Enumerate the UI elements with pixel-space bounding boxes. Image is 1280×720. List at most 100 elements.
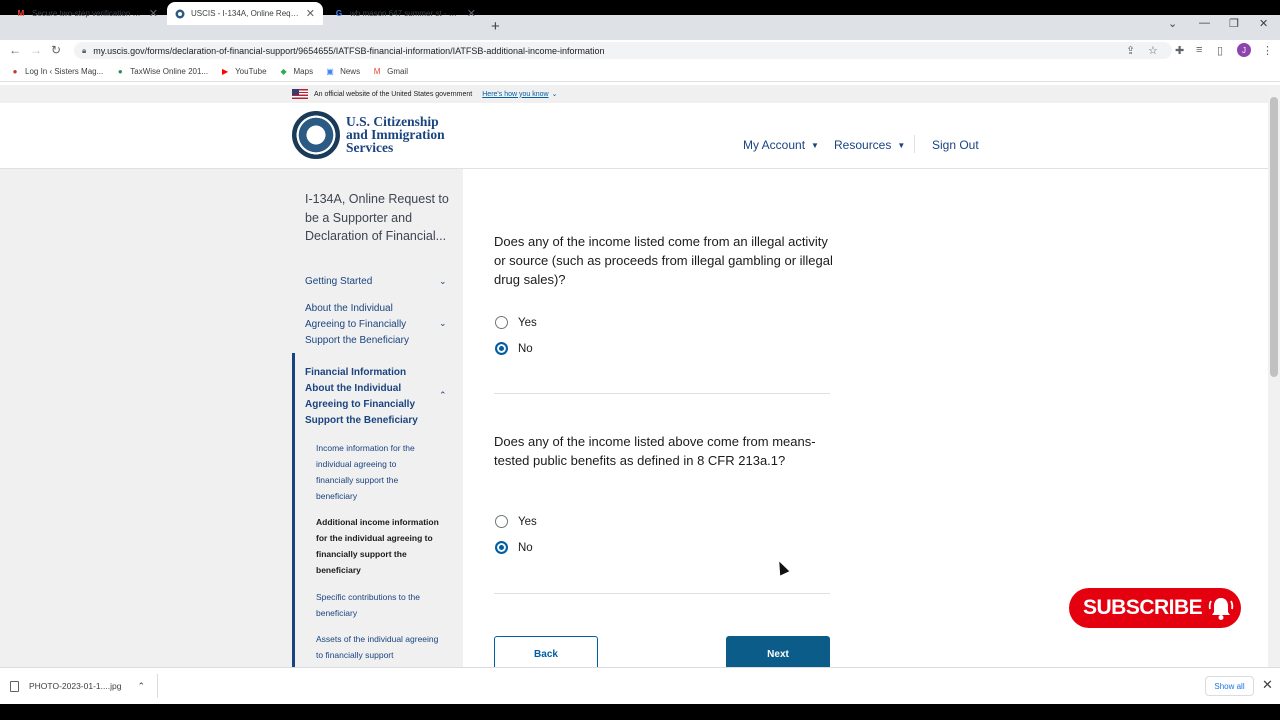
close-icon[interactable]: ✕ xyxy=(306,7,315,20)
nav-sign-out[interactable]: Sign Out xyxy=(932,138,979,152)
screen: M Secure two-step verification noti ✕ US… xyxy=(0,0,1280,720)
bookmark-label: TaxWise Online 201... xyxy=(130,67,209,76)
nav-label: My Account xyxy=(743,138,806,152)
sidebar-item-getting-started[interactable]: Getting Started xyxy=(305,274,445,290)
bookmark-label: News xyxy=(340,67,361,76)
share-icon[interactable]: ⇪ xyxy=(1126,44,1135,57)
radio-q1-no[interactable]: No xyxy=(495,342,533,355)
site-header: U.S. Citizenship and Immigration Service… xyxy=(0,103,1268,169)
file-icon xyxy=(10,680,19,692)
next-button[interactable]: Next xyxy=(726,636,830,667)
subscribe-label: SUBSCRIBE xyxy=(1083,596,1203,619)
close-icon[interactable]: ✕ xyxy=(467,7,476,20)
bookmark-star-icon[interactable]: ☆ xyxy=(1148,44,1158,57)
gmail-icon: M xyxy=(373,67,381,76)
sidebar-subitem-income-information[interactable]: Income information for the individual ag… xyxy=(316,440,436,504)
show-all-button[interactable]: Show all xyxy=(1205,676,1254,696)
back-button[interactable]: Back xyxy=(494,636,598,667)
tab-gmail[interactable]: M Secure two-step verification noti ✕ xyxy=(8,2,166,25)
us-flag-icon xyxy=(292,89,308,99)
youtube-icon: ▶ xyxy=(222,67,229,76)
chevron-down-icon[interactable]: ⌄ xyxy=(439,318,447,329)
radio-circle xyxy=(495,316,508,329)
profile-avatar[interactable]: J xyxy=(1237,43,1251,57)
bookmark-item[interactable]: ● TaxWise Online 201... xyxy=(115,67,208,77)
caret-down-icon: ▼ xyxy=(897,140,906,150)
sidebar-item-financial-information[interactable]: Financial Information About the Individu… xyxy=(305,365,430,429)
lock-icon: 🔒︎ xyxy=(82,45,87,55)
active-section-indicator xyxy=(292,353,295,667)
heres-how-you-know-link[interactable]: Here's how you know xyxy=(482,91,548,98)
reload-icon[interactable]: ↻ xyxy=(51,43,61,57)
menu-dots-icon[interactable]: ⋮ xyxy=(1262,44,1273,57)
address-bar[interactable]: 🔒︎ my.uscis.gov/forms/declaration-of-fin… xyxy=(74,42,1172,59)
radio-circle xyxy=(495,342,508,355)
download-item[interactable]: PHOTO-2023-01-1....jpg ⌃ xyxy=(10,676,145,696)
sidebar-item-about-individual[interactable]: About the Individual Agreeing to Financi… xyxy=(305,301,423,349)
tab-title: wb mason 647 summer st - Goo xyxy=(350,9,461,18)
close-icon[interactable]: ✕ xyxy=(149,7,158,20)
radio-q1-yes[interactable]: Yes xyxy=(495,316,537,329)
gmail-icon: M xyxy=(17,9,25,18)
gov-banner-text: An official website of the United States… xyxy=(314,90,473,98)
extensions-icon[interactable]: ✚ xyxy=(1175,44,1184,57)
bookmarks-bar: ● Log In ‹ Sisters Mag... ● TaxWise Online… xyxy=(0,62,1280,82)
bookmark-label: Gmail xyxy=(387,67,408,76)
web-page: An official website of the United States… xyxy=(0,85,1268,667)
wordpress-icon: ● xyxy=(12,67,18,76)
radio-q2-no[interactable]: No xyxy=(495,541,533,554)
chevron-up-icon[interactable]: ⌃ xyxy=(439,390,447,401)
tab-search-chevron-icon[interactable]: ⌄ xyxy=(1168,17,1177,30)
radio-q2-yes[interactable]: Yes xyxy=(495,515,537,528)
question-illegal-income: Does any of the income listed come from … xyxy=(494,234,833,287)
tab-title: USCIS - I-134A, Online Request t xyxy=(191,9,300,18)
url-text: my.uscis.gov/forms/declaration-of-financ… xyxy=(93,45,605,56)
brand-line: Services xyxy=(346,140,394,155)
chevron-down-icon[interactable]: ⌄ xyxy=(439,276,447,287)
reading-list-icon[interactable]: ≡ xyxy=(1196,44,1202,56)
form-title: I-134A, Online Request to be a Supporter… xyxy=(305,192,449,243)
tab-google[interactable]: G wb mason 647 summer st - Goo ✕ xyxy=(326,2,484,25)
bookmark-label: Maps xyxy=(293,67,314,76)
tab-uscis[interactable]: USCIS - I-134A, Online Request t ✕ xyxy=(167,2,323,25)
back-arrow-icon[interactable]: ← xyxy=(9,43,21,57)
download-shelf: PHOTO-2023-01-1....jpg ⌃ Show all ✕ xyxy=(0,667,1280,704)
bookmark-item[interactable]: ● Log In ‹ Sisters Mag... xyxy=(10,67,104,77)
maps-icon: ◆ xyxy=(280,67,287,76)
bookmark-item[interactable]: ◆ Maps xyxy=(279,67,314,77)
bookmark-item[interactable]: ▣ News xyxy=(325,67,360,77)
download-filename: PHOTO-2023-01-1....jpg xyxy=(29,681,122,691)
maximize-icon[interactable]: ❐ xyxy=(1229,17,1239,30)
caret-down-icon: ▼ xyxy=(811,140,819,150)
forward-arrow-icon[interactable]: → xyxy=(30,43,42,57)
sidebar-subitem-specific-contributions[interactable]: Specific contributions to the beneficiar… xyxy=(316,589,436,621)
uscis-logo-text[interactable]: U.S. Citizenship and Immigration Service… xyxy=(346,115,445,155)
tab-title: Secure two-step verification noti xyxy=(32,9,143,18)
scrollbar-thumb[interactable] xyxy=(1270,97,1278,377)
sidebar-subitem-additional-income[interactable]: Additional income information for the in… xyxy=(316,514,444,578)
side-panel-icon[interactable]: ▯ xyxy=(1217,44,1223,57)
taxwise-icon: ● xyxy=(117,67,123,76)
dhs-seal-icon[interactable] xyxy=(292,111,340,159)
nav-my-account[interactable]: My Account ▼ xyxy=(743,138,819,152)
new-tab-plus-icon[interactable]: + xyxy=(491,18,500,35)
bookmark-label: Log In ‹ Sisters Mag... xyxy=(25,67,104,76)
chevron-down-icon[interactable]: ⌄ xyxy=(552,90,558,98)
radio-circle xyxy=(495,541,508,554)
radio-circle xyxy=(495,515,508,528)
bookmark-label: YouTube xyxy=(235,67,267,76)
bookmark-item[interactable]: M Gmail xyxy=(372,67,408,77)
nav-label: Resources xyxy=(834,138,892,152)
window-close-icon[interactable]: ✕ xyxy=(1259,17,1268,30)
sidebar-subitem-assets[interactable]: Assets of the individual agreeing to fin… xyxy=(316,631,446,663)
nav-resources[interactable]: Resources ▼ xyxy=(834,138,905,152)
chevron-up-icon[interactable]: ⌃ xyxy=(137,681,145,692)
radio-label: No xyxy=(518,342,533,355)
question-public-benefits: Does any of the income listed above come… xyxy=(494,434,816,468)
radio-label: Yes xyxy=(518,515,537,528)
bookmark-item[interactable]: ▶ YouTube xyxy=(220,67,267,77)
minimize-icon[interactable]: — xyxy=(1199,17,1210,29)
nav-divider xyxy=(914,135,915,153)
bell-icon xyxy=(1203,590,1239,626)
close-icon[interactable]: ✕ xyxy=(1262,677,1273,693)
